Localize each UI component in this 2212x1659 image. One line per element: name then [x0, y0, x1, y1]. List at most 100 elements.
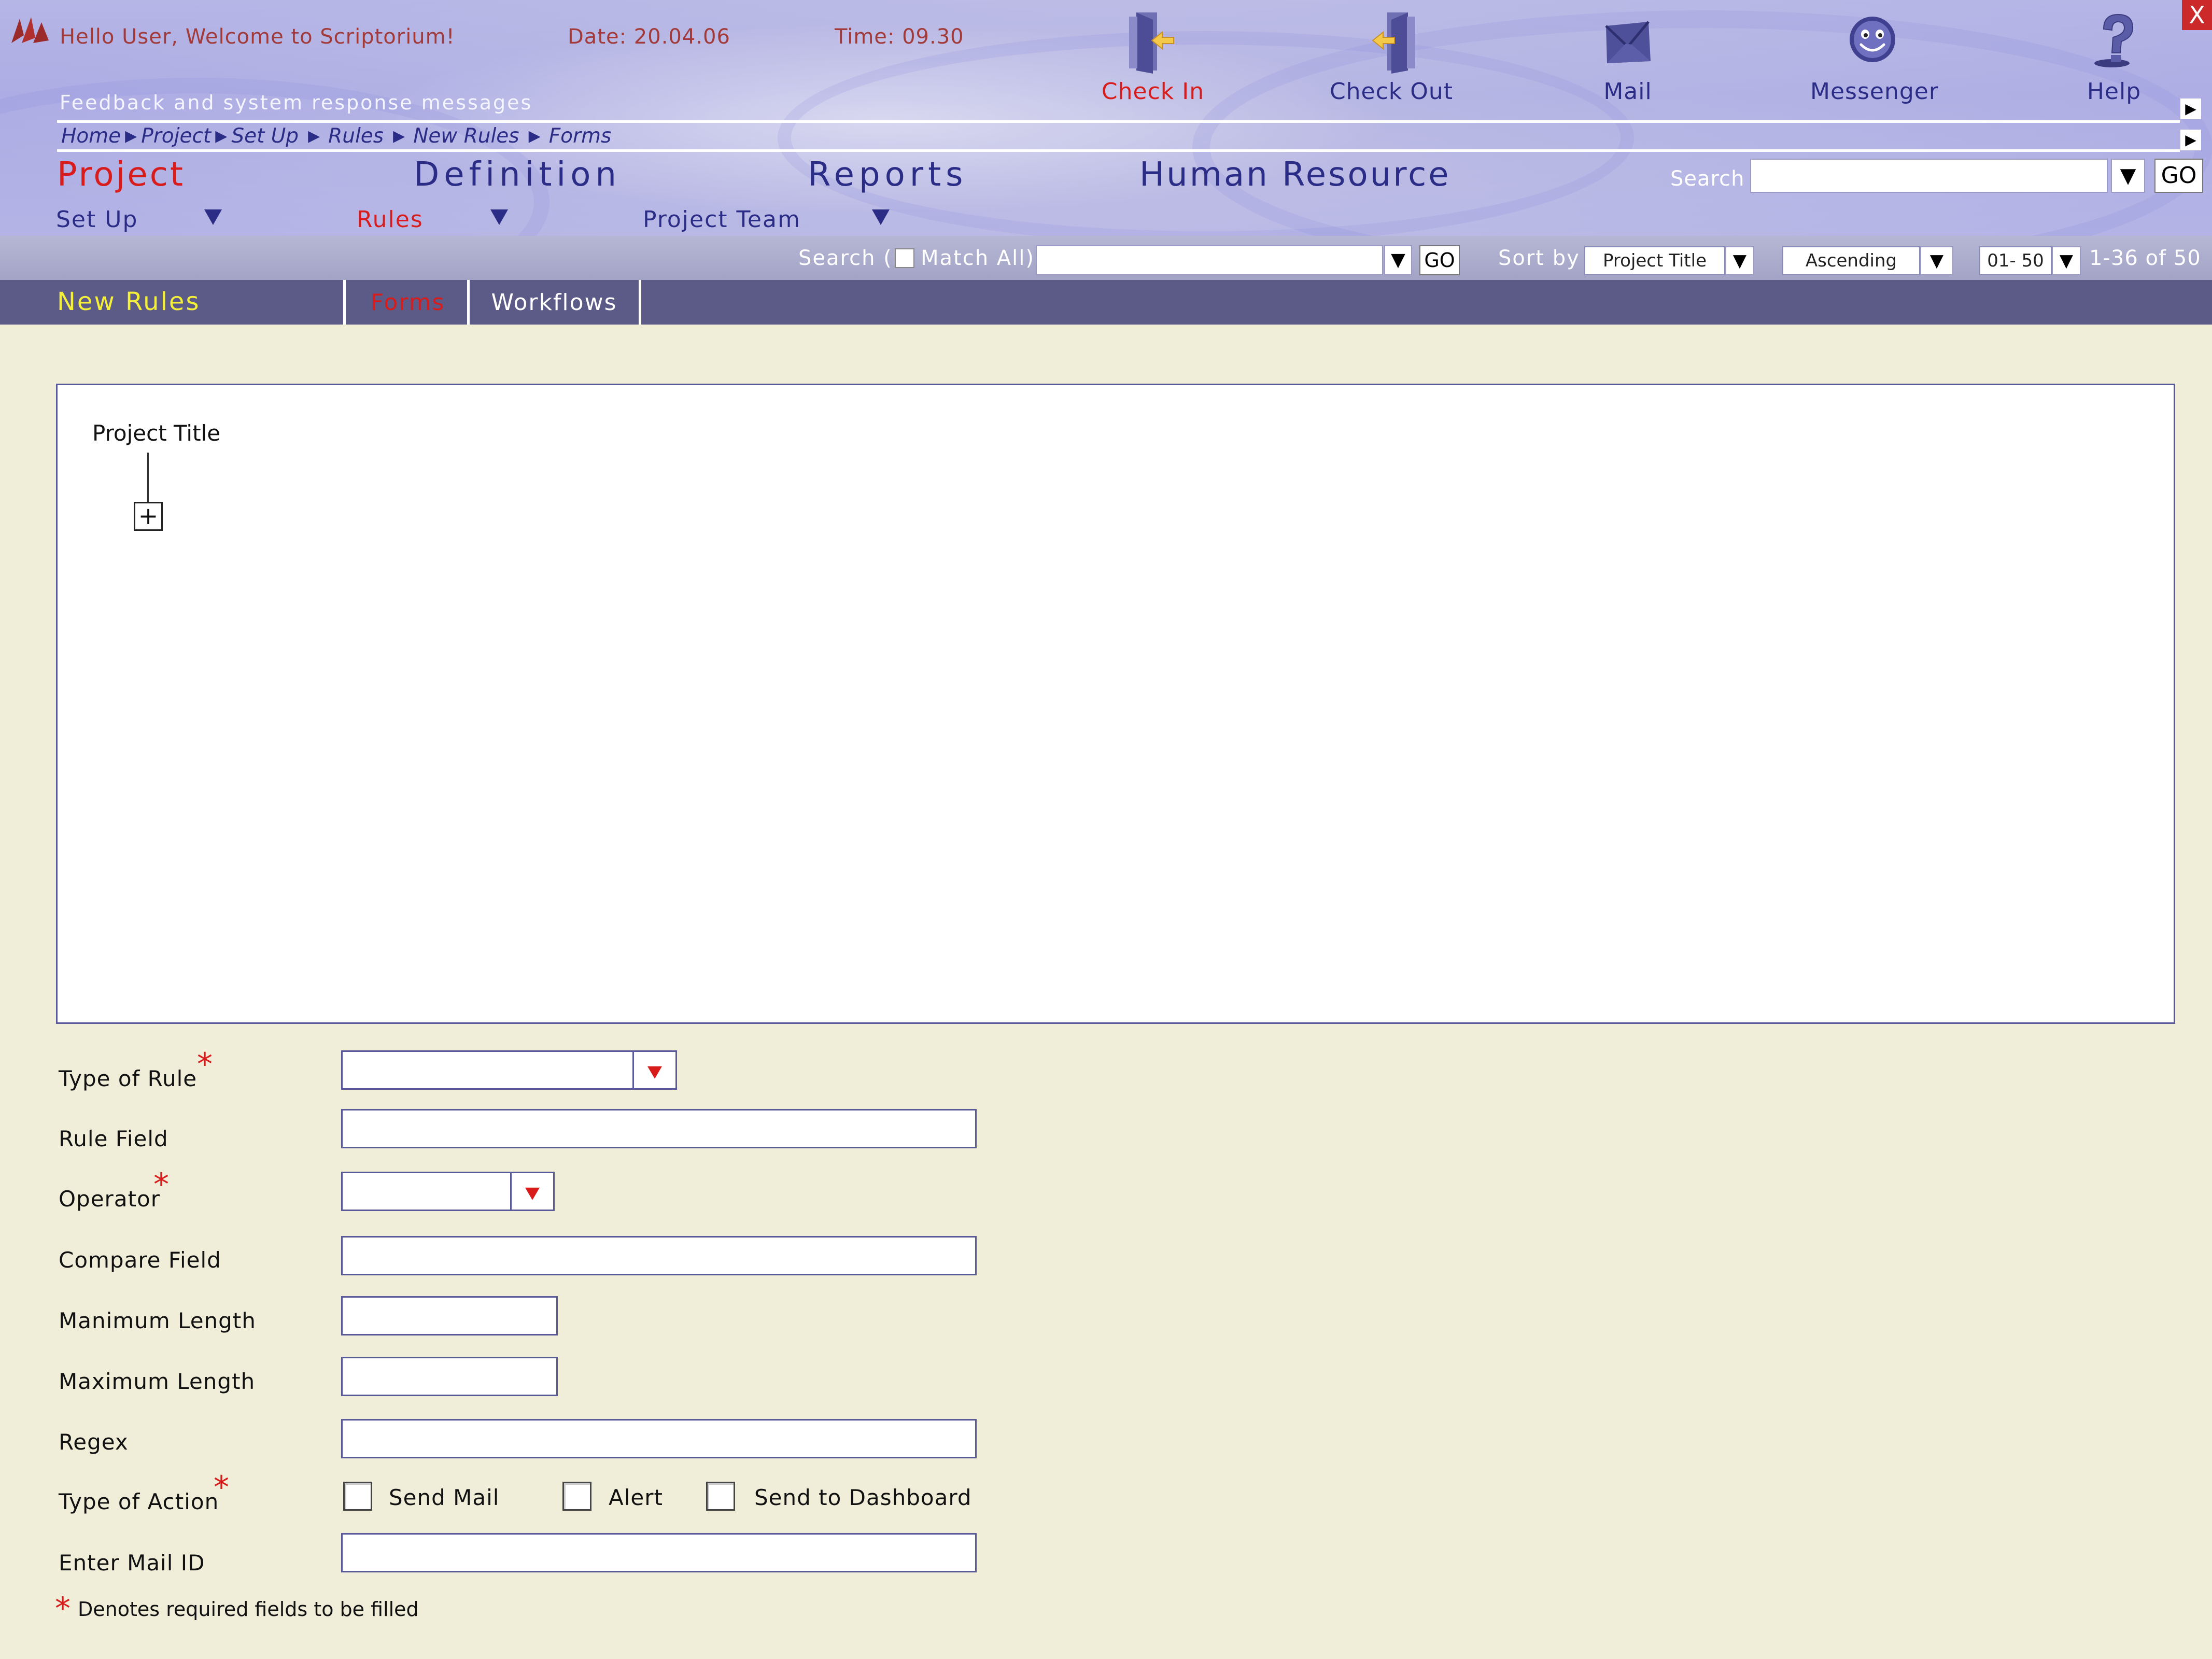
subnav-project-team[interactable]: Project Team — [643, 206, 801, 233]
filter-search-dropdown-icon[interactable]: ▼ — [1384, 245, 1412, 275]
check-out-icon — [1372, 12, 1415, 74]
subnav-set-up-chevron-down-icon[interactable] — [204, 209, 222, 225]
required-marker: * — [197, 1046, 213, 1082]
welcome-text: Hello User, Welcome to Scriptorium! — [60, 25, 455, 49]
breadcrumb: Home ▶ Project ▶ Set Up ▶ Rules ▶ New Rules ▶… — [61, 124, 611, 148]
alert-label: Alert — [609, 1485, 663, 1510]
sort-order-select[interactable]: Ascending — [1782, 246, 1920, 275]
breadcrumb-new-rules[interactable]: New Rules — [413, 124, 519, 148]
section-title: New Rules — [57, 287, 201, 316]
check-out-button[interactable]: Check Out — [1329, 9, 1454, 105]
subnav-rules[interactable]: Rules — [357, 206, 424, 233]
breadcrumb-separator-icon: ▶ — [528, 127, 541, 145]
send-to-dashboard-label: Send to Dashboard — [754, 1485, 972, 1510]
check-in-icon — [1129, 12, 1174, 74]
nav-human-resource[interactable]: Human Resource — [1139, 156, 1451, 194]
filter-bar: Search ( Match All) ▼ GO Sort by Project… — [0, 236, 2212, 280]
page-range-select[interactable]: 01- 50 — [1979, 246, 2052, 275]
alert-checkbox[interactable] — [562, 1482, 591, 1511]
required-marker: * — [214, 1469, 229, 1506]
date-text: Date: 20.04.06 — [568, 25, 730, 49]
type-of-rule-dropdown-icon[interactable] — [632, 1052, 675, 1088]
regex-label: Regex — [59, 1429, 129, 1455]
send-mail-label: Send Mail — [389, 1485, 500, 1510]
subnav-rules-chevron-down-icon[interactable] — [490, 209, 508, 225]
sort-order-dropdown-icon[interactable]: ▼ — [1920, 246, 1953, 275]
messenger-icon — [1850, 17, 1895, 62]
page-range-dropdown-icon[interactable]: ▼ — [2052, 246, 2081, 275]
tab-forms[interactable]: Forms — [343, 280, 470, 325]
operator-select[interactable] — [341, 1172, 555, 1211]
breadcrumb-separator-icon: ▶ — [308, 127, 320, 145]
tree-root-label[interactable]: Project Title — [92, 420, 220, 446]
feedback-message: Feedback and system response messages — [60, 91, 533, 114]
enter-mail-id-input[interactable] — [341, 1533, 977, 1572]
tree-expand-icon[interactable]: + — [134, 502, 163, 531]
check-in-button[interactable]: Check In — [1091, 9, 1215, 105]
breadcrumb-separator-icon: ▶ — [125, 127, 137, 145]
breadcrumb-set-up[interactable]: Set Up — [231, 124, 299, 148]
mail-icon — [1605, 21, 1651, 63]
nav-definition[interactable]: Definition — [414, 156, 621, 194]
required-marker: * — [153, 1166, 169, 1203]
mail-button[interactable]: Mail — [1566, 9, 1690, 105]
time-text: Time: 09.30 — [835, 25, 964, 49]
header-search-label: Search — [1670, 167, 1745, 191]
sort-field-select[interactable]: Project Title — [1584, 246, 1725, 275]
help-icon — [2094, 13, 2134, 67]
breadcrumb-home[interactable]: Home — [61, 124, 121, 148]
sort-by-label: Sort by — [1498, 246, 1580, 270]
tree-connector — [147, 453, 149, 504]
regex-input[interactable] — [341, 1419, 977, 1458]
feedback-expand-button[interactable]: ▶ — [2180, 99, 2201, 119]
compare-field-label: Compare Field — [59, 1247, 221, 1273]
divider — [57, 149, 2180, 152]
rule-field-input[interactable] — [341, 1109, 977, 1148]
help-button[interactable]: Help — [2052, 9, 2176, 105]
breadcrumb-project[interactable]: Project — [141, 124, 211, 148]
sort-field-dropdown-icon[interactable]: ▼ — [1725, 246, 1754, 275]
header-search-go-button[interactable]: GO — [2154, 159, 2203, 193]
header: Hello User, Welcome to Scriptorium! Date… — [0, 0, 2212, 236]
type-of-rule-select[interactable] — [341, 1050, 677, 1090]
send-to-dashboard-checkbox[interactable] — [706, 1482, 735, 1511]
type-of-rule-label: Type of Rule — [59, 1066, 198, 1091]
nav-project[interactable]: Project — [57, 156, 185, 194]
header-search-input[interactable] — [1750, 159, 2108, 193]
rule-field-label: Rule Field — [59, 1126, 168, 1151]
header-search-dropdown-icon[interactable]: ▼ — [2111, 159, 2145, 193]
messenger-button[interactable]: Messenger — [1810, 9, 1939, 105]
match-all-checkbox[interactable] — [895, 248, 914, 268]
nav-reports[interactable]: Reports — [808, 156, 968, 194]
filter-go-button[interactable]: GO — [1419, 245, 1460, 275]
result-count: 1-36 of 50 — [2089, 246, 2201, 270]
match-all-label: Match All) — [921, 246, 1035, 270]
maximum-length-input[interactable] — [341, 1357, 558, 1396]
breadcrumb-rules[interactable]: Rules — [328, 124, 384, 148]
minimum-length-label: Manimum Length — [59, 1308, 256, 1333]
filter-search-label: Search ( — [798, 246, 893, 270]
divider — [57, 120, 2180, 123]
breadcrumb-forms[interactable]: Forms — [549, 124, 612, 148]
check-in-label: Check In — [1101, 78, 1205, 105]
messenger-label: Messenger — [1810, 78, 1939, 105]
subnav-project-team-chevron-down-icon[interactable] — [872, 209, 890, 225]
check-out-label: Check Out — [1329, 78, 1454, 105]
required-note: Denotes required fields to be filled — [78, 1598, 419, 1621]
minimum-length-input[interactable] — [341, 1296, 558, 1335]
breadcrumb-expand-button[interactable]: ▶ — [2180, 130, 2201, 150]
breadcrumb-separator-icon: ▶ — [215, 127, 228, 145]
filter-search-input[interactable] — [1036, 245, 1383, 275]
operator-dropdown-icon[interactable] — [510, 1173, 553, 1210]
tab-workflows[interactable]: Workflows — [467, 280, 641, 325]
send-mail-checkbox[interactable] — [343, 1482, 372, 1511]
scriptorium-logo — [11, 17, 49, 43]
maximum-length-label: Maximum Length — [59, 1369, 256, 1394]
breadcrumb-separator-icon: ▶ — [393, 127, 405, 145]
close-button[interactable]: X — [2182, 0, 2212, 30]
operator-label: Operator — [59, 1186, 160, 1212]
required-note-marker: * — [55, 1591, 71, 1627]
help-label: Help — [2087, 78, 2141, 105]
compare-field-input[interactable] — [341, 1236, 977, 1275]
subnav-set-up[interactable]: Set Up — [56, 206, 138, 233]
